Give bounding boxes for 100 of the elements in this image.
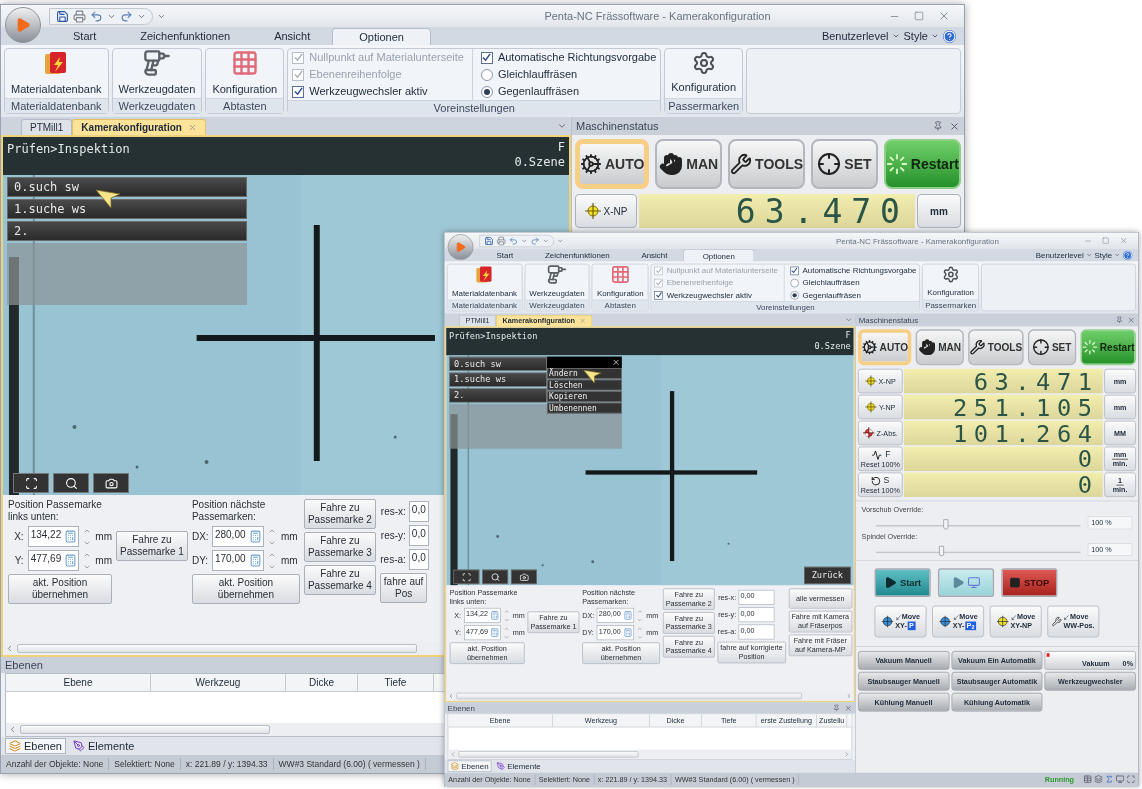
inspection-menu-item[interactable]: 0.such sw — [7, 177, 247, 197]
radio-button[interactable] — [790, 290, 799, 300]
mode-button[interactable]: AUTO — [858, 329, 912, 366]
fit-frame-button[interactable] — [13, 473, 49, 493]
print-icon[interactable] — [73, 9, 86, 23]
column-header[interactable]: Tiefe — [384, 674, 407, 691]
checkbox[interactable] — [790, 266, 799, 275]
slider-thumb[interactable] — [943, 519, 949, 530]
scroll-left-icon[interactable] — [5, 644, 14, 653]
tab-list-icon[interactable] — [557, 121, 567, 131]
inspection-menu-item[interactable]: 2. — [449, 388, 547, 403]
inspection-menu-item[interactable]: 1.suche ws — [449, 372, 547, 387]
mode-button[interactable]: TOOLS — [728, 139, 806, 189]
ribbon-tab[interactable]: Ansicht — [252, 28, 333, 45]
inspection-menu-item[interactable]: 0.such sw — [449, 356, 547, 371]
action-button[interactable]: fahre auf Pos — [379, 573, 428, 603]
help-icon[interactable] — [1122, 250, 1133, 260]
help-icon[interactable] — [943, 29, 956, 43]
redo-icon[interactable] — [120, 9, 133, 23]
lcd-readout: 101.264 — [904, 420, 1103, 446]
action-button[interactable]: Fahre zu Passemarke 3 — [303, 532, 376, 562]
panel-tab[interactable]: Elemente — [69, 738, 138, 754]
undo-icon[interactable] — [90, 9, 103, 23]
radio-button[interactable] — [480, 68, 493, 81]
close-icon[interactable] — [949, 120, 960, 132]
checkbox[interactable] — [480, 51, 493, 64]
axis-button[interactable]: X-NP — [575, 194, 637, 228]
mode-button[interactable]: AUTO — [575, 139, 650, 189]
scrollbar-thumb[interactable] — [456, 692, 802, 700]
zoom-button[interactable] — [53, 473, 89, 493]
mode-button[interactable]: SET — [811, 139, 878, 189]
maximize-icon[interactable] — [914, 11, 924, 21]
ribbon-button[interactable]: Materialdatenbank — [9, 49, 104, 98]
breadcrumb: Prüfen>Inspektion — [7, 141, 130, 158]
start-button[interactable]: Start — [874, 568, 931, 598]
ribbon-tab[interactable]: Zeichenfunktionen — [118, 28, 253, 45]
panel-tab[interactable]: Ebenen — [5, 738, 66, 754]
mode-button[interactable]: MAN — [655, 139, 723, 189]
app-menu-button[interactable] — [5, 7, 41, 43]
ribbon-button[interactable]: Werkzeugdaten — [116, 49, 198, 98]
frame-icon — [24, 476, 38, 490]
scrollbar-thumb[interactable] — [17, 644, 417, 653]
ribbon-button[interactable]: Konfiguration — [669, 51, 739, 96]
snapshot-button[interactable] — [510, 569, 537, 585]
column-header[interactable]: Dicke — [309, 674, 334, 691]
mode-button[interactable]: MAN — [915, 329, 964, 366]
inspection-menu-item[interactable]: 2. — [7, 221, 247, 241]
radio-button[interactable] — [790, 278, 799, 288]
slider-thumb[interactable] — [938, 545, 944, 556]
hand-icon — [659, 152, 684, 176]
number-field[interactable]: 280,00 — [211, 526, 264, 547]
app-menu-button[interactable] — [447, 234, 474, 261]
close-icon[interactable] — [938, 10, 950, 22]
radio-button[interactable] — [480, 85, 493, 98]
action-button[interactable]: Fahre zu Passemarke 2 — [303, 499, 376, 529]
document-tab[interactable]: Kamerakonfiguration — [72, 119, 206, 135]
caret-icon[interactable] — [891, 32, 900, 40]
number-field[interactable]: 477,69 — [27, 550, 79, 571]
zoom-button[interactable] — [482, 569, 509, 585]
column-header[interactable]: Ebene — [63, 674, 93, 691]
caret-icon[interactable] — [931, 32, 939, 40]
grid-icon — [610, 264, 631, 285]
mode-button[interactable]: TOOLS — [968, 329, 1024, 366]
pin-icon[interactable] — [933, 120, 943, 131]
action-button[interactable]: Fahre zu Passemarke 1 — [116, 531, 188, 561]
back-button[interactable]: Zurück — [803, 566, 851, 585]
result-field[interactable]: 0,0 — [408, 549, 429, 570]
result-field[interactable]: 0,0 — [408, 525, 429, 546]
radio-label: Gleichlauffräsen — [497, 67, 578, 83]
number-field[interactable]: 134,22 — [27, 526, 79, 547]
snapshot-button[interactable] — [93, 473, 129, 493]
column-header[interactable]: Werkzeug — [195, 674, 241, 691]
checkbox[interactable] — [292, 85, 305, 98]
action-button[interactable]: akt. Position übernehmen — [191, 574, 300, 604]
group-label: Abtasten — [206, 98, 284, 113]
mode-button[interactable]: Restart — [883, 139, 961, 189]
field-label: res-y: — [379, 529, 406, 543]
mode-button[interactable]: SET — [1028, 329, 1076, 366]
scrollbar-thumb[interactable] — [458, 751, 639, 758]
checkbox[interactable] — [654, 290, 664, 300]
ribbon-tab[interactable]: Start — [51, 28, 119, 45]
action-button[interactable]: Fahre zu Passemarke 4 — [303, 565, 376, 595]
save-icon[interactable] — [56, 9, 69, 23]
result-field[interactable]: 0,0 — [408, 501, 429, 522]
action-button[interactable]: akt. Position übernehmen — [8, 574, 112, 604]
scroll-left-icon[interactable] — [8, 725, 17, 734]
dropdown-menu[interactable]: Benutzerlevel — [821, 27, 889, 45]
document-tab[interactable]: PTMill1 — [21, 119, 73, 135]
calculator-icon — [248, 530, 262, 543]
inspection-menu-item[interactable]: 1.suche ws — [7, 199, 247, 219]
mode-button[interactable]: Restart — [1080, 329, 1136, 366]
scrollbar-thumb[interactable] — [20, 725, 270, 734]
simulate-button[interactable] — [937, 568, 995, 598]
fit-frame-button[interactable] — [453, 569, 480, 585]
ribbon-button[interactable]: Konfiguration — [210, 49, 280, 98]
unit-button[interactable]: mm — [917, 194, 961, 228]
field-label: res-a: — [379, 553, 406, 567]
number-field[interactable]: 170,00 — [211, 550, 264, 571]
dropdown-menu[interactable]: Style — [903, 27, 928, 45]
ribbon-tab[interactable]: Optionen — [332, 28, 431, 45]
